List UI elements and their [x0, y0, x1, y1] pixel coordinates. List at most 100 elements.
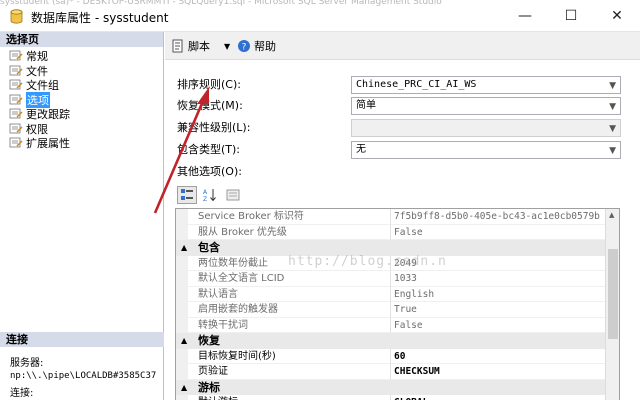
help-button[interactable]: ? 帮助: [237, 38, 276, 54]
vertical-scrollbar[interactable]: ▲: [605, 209, 619, 400]
containment-value: 无: [356, 144, 366, 155]
help-label: 帮助: [254, 40, 276, 53]
sidebar-item-options[interactable]: 选项: [0, 91, 163, 108]
property-grid[interactable]: Service Broker 标识符 7f5b9ff8-d5b0-405e-bc4…: [175, 208, 620, 400]
property-row[interactable]: 目标恢复时间(秒) 60: [176, 348, 606, 364]
maximize-button[interactable]: ☐: [548, 0, 594, 32]
grid-margin: [176, 364, 188, 380]
window-title: 数据库属性 - sysstudent: [31, 11, 169, 25]
recovery-model-value: 简单: [356, 100, 376, 111]
property-row[interactable]: 启用嵌套的触发器 True: [176, 302, 606, 318]
compat-level-label: 兼容性级别(L):: [177, 121, 251, 134]
chevron-down-icon: ▼: [609, 102, 616, 112]
property-row[interactable]: 默认全文语言 LCID 1033: [176, 271, 606, 287]
property-row[interactable]: 默认游标GLOBAL: [176, 395, 606, 400]
connection-info: 服务器: np:\\.\pipe\LOCALDB#3585C37 连接:: [10, 358, 156, 400]
server-label: 服务器:: [10, 358, 44, 369]
server-value: np:\\.\pipe\LOCALDB#3585C37: [10, 371, 157, 381]
collation-label: 排序规则(C):: [177, 78, 241, 91]
property-category[interactable]: ▲ 游标: [176, 379, 606, 395]
property-name: Service Broker 标识符: [188, 209, 391, 225]
property-name: 默认游标: [188, 395, 391, 400]
wrench-icon: [9, 94, 23, 105]
grid-margin: [176, 317, 188, 333]
grid-margin: [176, 209, 188, 225]
connection-header: 连接: [0, 332, 164, 347]
chevron-down-icon[interactable]: ▼: [224, 42, 230, 51]
grid-margin: [176, 271, 188, 287]
page-selector-pane: 选择页 常规 文件 文件组 选项 更改跟踪 权限 扩展属性 连接 服务器: np…: [0, 32, 164, 400]
wrench-icon: [9, 50, 23, 61]
property-row[interactable]: 默认语言 English: [176, 286, 606, 302]
script-icon: [172, 39, 183, 53]
script-button[interactable]: 脚本 ▼: [171, 38, 230, 54]
property-row[interactable]: 页验证 CHECKSUM: [176, 364, 606, 380]
grid-margin: [176, 286, 188, 302]
select-page-header: 选择页: [0, 32, 163, 47]
property-value: False: [391, 225, 606, 240]
grid-margin: [176, 255, 188, 271]
property-pages-icon: [226, 189, 240, 201]
property-value: 7f5b9ff8-d5b0-405e-bc43-ac1e0cb0579b: [391, 209, 606, 225]
sidebar-item-extended-properties[interactable]: 扩展属性: [0, 136, 163, 151]
sidebar-item-label: 扩展属性: [26, 137, 70, 151]
property-name: 页验证: [188, 364, 391, 380]
wrench-icon: [9, 108, 23, 119]
chevron-down-icon: ▼: [609, 146, 616, 156]
sidebar-item-change-tracking[interactable]: 更改跟踪: [0, 107, 163, 122]
collapse-icon[interactable]: ▲: [181, 333, 187, 348]
property-value: English: [391, 287, 606, 302]
svg-text:A: A: [203, 189, 208, 196]
minimize-button[interactable]: —: [502, 0, 548, 32]
collapse-icon[interactable]: ▲: [181, 240, 187, 255]
property-row[interactable]: 两位数年份截止 2049: [176, 255, 606, 271]
property-row[interactable]: 转换干扰词 False: [176, 317, 606, 333]
property-category[interactable]: ▲ 包含: [176, 240, 606, 256]
database-icon: [10, 9, 23, 24]
compat-level-select[interactable]: ▼: [351, 119, 621, 137]
containment-select[interactable]: 无 ▼: [351, 141, 621, 159]
category-label: 包含: [198, 241, 220, 254]
wrench-icon: [9, 123, 23, 134]
property-row[interactable]: 服从 Broker 优先级 False: [176, 224, 606, 240]
script-label: 脚本: [188, 40, 210, 53]
sidebar-item-filegroups[interactable]: 文件组: [0, 78, 163, 93]
wrench-icon: [9, 79, 23, 90]
property-name: 默认语言: [188, 286, 391, 302]
grid-margin: [176, 224, 188, 240]
property-value[interactable]: GLOBAL: [391, 395, 606, 400]
property-value[interactable]: 60: [391, 349, 606, 364]
recovery-model-select[interactable]: 简单 ▼: [351, 97, 621, 115]
grid-margin: [176, 348, 188, 364]
help-icon: ?: [238, 40, 250, 53]
categorized-icon: [181, 189, 193, 200]
property-name: 目标恢复时间(秒): [188, 348, 391, 364]
property-pages-button[interactable]: [223, 186, 243, 204]
close-button[interactable]: ✕: [594, 0, 640, 32]
sidebar-item-general[interactable]: 常规: [0, 49, 163, 64]
property-row[interactable]: Service Broker 标识符 7f5b9ff8-d5b0-405e-bc4…: [176, 209, 606, 225]
collation-value: Chinese_PRC_CI_AI_WS: [356, 79, 477, 90]
title-bar: sysstudent (sa)* - DESKTOP-USRMMTI - SQL…: [0, 0, 640, 32]
collation-select[interactable]: Chinese_PRC_CI_AI_WS ▼: [351, 76, 621, 94]
chevron-down-icon: ▼: [609, 81, 616, 91]
property-value[interactable]: CHECKSUM: [391, 364, 606, 380]
property-value: False: [391, 318, 606, 333]
collapse-icon[interactable]: ▲: [181, 380, 187, 395]
sidebar-item-permissions[interactable]: 权限: [0, 122, 163, 137]
containment-label: 包含类型(T):: [177, 143, 241, 156]
sort-alphabetical-icon: AZ: [203, 189, 216, 202]
property-value: 1033: [391, 271, 606, 287]
scroll-up-icon[interactable]: ▲: [609, 211, 614, 219]
property-category[interactable]: ▲ 恢复: [176, 333, 606, 349]
options-page: 脚本 ▼ ? 帮助 排序规则(C): Chinese_PRC_CI_AI_WS …: [165, 32, 640, 400]
chevron-down-icon: ▼: [609, 124, 616, 134]
property-name: 转换干扰词: [188, 317, 391, 333]
categorized-view-button[interactable]: [177, 186, 197, 204]
sidebar-item-files[interactable]: 文件: [0, 64, 163, 79]
alphabetical-view-button[interactable]: AZ: [200, 186, 220, 204]
other-options-label: 其他选项(O):: [177, 165, 242, 178]
grid-margin: [176, 395, 188, 400]
svg-text:?: ?: [242, 43, 247, 53]
scrollbar-thumb[interactable]: [608, 249, 618, 339]
